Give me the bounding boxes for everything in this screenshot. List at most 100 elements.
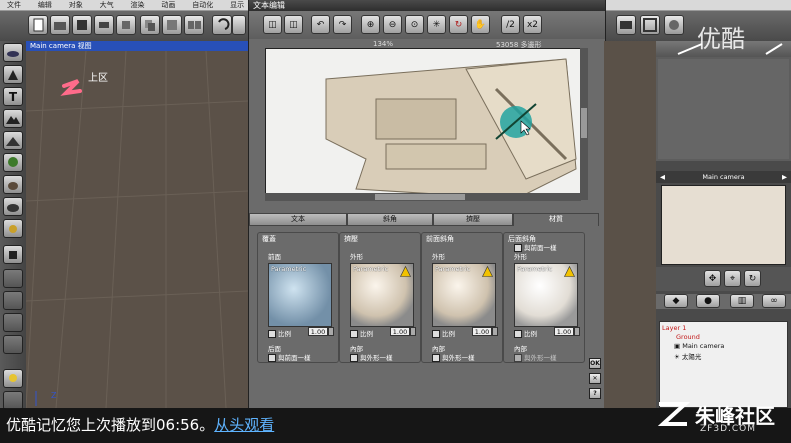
cancel-button[interactable]: ✕ — [589, 373, 601, 384]
text-preview[interactable] — [265, 48, 587, 200]
draw-icon[interactable] — [764, 42, 784, 56]
half-button[interactable]: /2 — [501, 15, 520, 34]
material-tile-outer[interactable]: Parametric — [514, 263, 578, 327]
tool-disabled-4[interactable] — [3, 335, 23, 354]
tool-disabled-2[interactable] — [3, 291, 23, 310]
3d-viewport[interactable]: Main camera 视图 Z 上区 — [26, 41, 248, 408]
view-front-button[interactable]: ◫ — [263, 15, 282, 34]
ratio-input[interactable]: 1.00 — [472, 327, 492, 336]
preview-vertical-scrollbar[interactable] — [580, 48, 588, 200]
double-button[interactable]: x2 — [523, 15, 542, 34]
restart-link[interactable]: 从头观看 — [214, 416, 274, 434]
zoom-out-button[interactable]: ⊖ — [383, 15, 402, 34]
zoom-fit-button[interactable]: ⊙ — [405, 15, 424, 34]
camera-selector[interactable]: ◀ Main camera ▶ — [656, 171, 791, 183]
material-tile-outer[interactable]: Parametric — [350, 263, 414, 327]
rotate-button[interactable]: ↻ — [449, 15, 468, 34]
undo-button[interactable] — [212, 15, 232, 35]
tool-disabled-1[interactable] — [3, 269, 23, 288]
view-back-button[interactable]: ◫ — [284, 15, 303, 34]
menu-animation[interactable]: 动画 — [154, 0, 182, 10]
camera-name: Main camera — [702, 173, 745, 181]
same-as-outer-checkbox[interactable]: 與外形一樣 — [514, 352, 557, 362]
ratio-input[interactable]: 1.00 — [554, 327, 574, 336]
camera-rotate-button[interactable]: ↻ — [744, 270, 761, 287]
group-title: 擠壓 — [344, 235, 358, 243]
rock-tool[interactable] — [3, 175, 23, 194]
sphere-tool[interactable] — [3, 43, 23, 62]
redo-button[interactable] — [232, 15, 246, 35]
ratio-spinner[interactable] — [410, 327, 416, 336]
material-tile-outer[interactable]: Parametric — [432, 263, 496, 327]
dome-icon — [7, 50, 19, 57]
cloud-tool[interactable] — [3, 197, 23, 216]
library-tab[interactable]: ▥ — [730, 294, 754, 308]
ratio-input[interactable]: 1.00 — [308, 327, 328, 336]
menu-atmosphere[interactable]: 大气 — [93, 0, 121, 10]
menu-display[interactable]: 显示 — [223, 0, 251, 10]
links-tab[interactable]: ∞ — [762, 294, 786, 308]
same-as-outer-checkbox[interactable]: 與外形一樣 — [350, 352, 393, 362]
print-button[interactable] — [94, 15, 114, 35]
open-button[interactable] — [50, 15, 70, 35]
tab-extrude[interactable]: 擠壓 — [433, 213, 513, 226]
tab-text[interactable]: 文本 — [249, 213, 347, 226]
dialog-undo-button[interactable]: ↶ — [311, 15, 330, 34]
layer-list: Layer 1 Ground ▣ Main camera ☀ 太陽光 — [659, 321, 788, 408]
layer-row[interactable]: ▣ Main camera — [674, 342, 724, 350]
pan-button[interactable]: ✋ — [471, 15, 490, 34]
tree-icon — [8, 156, 18, 167]
menu-object[interactable]: 对象 — [62, 0, 90, 10]
frame-button[interactable] — [640, 15, 660, 35]
object-tool[interactable] — [3, 245, 23, 264]
layer-row[interactable]: ☀ 太陽光 — [674, 351, 701, 361]
menu-render[interactable]: 渲染 — [124, 0, 152, 10]
zoom-target-button[interactable]: ✳ — [427, 15, 446, 34]
plant-tool[interactable] — [3, 153, 23, 172]
ratio-spinner[interactable] — [328, 327, 334, 336]
camera-preview[interactable] — [661, 185, 786, 265]
camera-move-button[interactable]: ✥ — [704, 270, 721, 287]
copy-button[interactable] — [140, 15, 160, 35]
ratio-input[interactable]: 1.00 — [390, 327, 410, 336]
materials-tab[interactable]: ● — [696, 294, 720, 308]
layer-row[interactable]: Ground — [676, 333, 700, 341]
objects-tab[interactable]: ◆ — [664, 294, 688, 308]
help-button[interactable]: ? — [589, 388, 601, 399]
same-as-outer-checkbox[interactable]: 與外形一樣 — [432, 352, 475, 362]
material-tile-front[interactable]: Parametric — [268, 263, 332, 327]
bulb-tool[interactable] — [3, 369, 23, 388]
tab-material[interactable]: 材質 — [513, 213, 599, 226]
save-button[interactable] — [72, 15, 92, 35]
zoom-fit-icon: ⊙ — [410, 19, 419, 30]
paste-button[interactable] — [162, 15, 182, 35]
terrain-tool[interactable] — [3, 109, 23, 128]
new-file-button[interactable] — [28, 15, 48, 35]
dialog-redo-button[interactable]: ↷ — [333, 15, 352, 34]
ratio-spinner[interactable] — [574, 327, 580, 336]
layer-row[interactable]: Layer 1 — [662, 324, 686, 332]
menu-automation[interactable]: 自动化 — [185, 0, 220, 10]
zoom-in-button[interactable]: ⊕ — [361, 15, 380, 34]
prev-camera-icon[interactable]: ◀ — [660, 171, 665, 183]
preview-horizontal-scrollbar[interactable] — [265, 193, 581, 201]
light-tool[interactable] — [3, 219, 23, 238]
camera-target-button[interactable]: ⌖ — [724, 270, 741, 287]
same-as-front-checkbox[interactable]: 與前面一樣 — [268, 352, 311, 362]
text-tool[interactable]: T — [3, 87, 23, 106]
render-button[interactable] — [664, 15, 684, 35]
menu-edit[interactable]: 编辑 — [31, 0, 59, 10]
next-camera-icon[interactable]: ▶ — [782, 171, 787, 183]
tab-bevel[interactable]: 斜角 — [347, 213, 433, 226]
tool-disabled-3[interactable] — [3, 313, 23, 332]
film-button[interactable] — [616, 15, 636, 35]
ok-button[interactable]: OK — [589, 358, 601, 369]
cone-tool[interactable] — [3, 65, 23, 84]
cube-button[interactable] — [116, 15, 136, 35]
viewport-logo-text: 上区 — [88, 73, 108, 84]
menu-file[interactable]: 文件 — [0, 0, 28, 10]
ratio-spinner[interactable] — [492, 327, 498, 336]
terrain2-tool[interactable] — [3, 131, 23, 150]
duplicate-button[interactable] — [184, 15, 204, 35]
zoom-out-icon: ⊖ — [388, 19, 397, 30]
